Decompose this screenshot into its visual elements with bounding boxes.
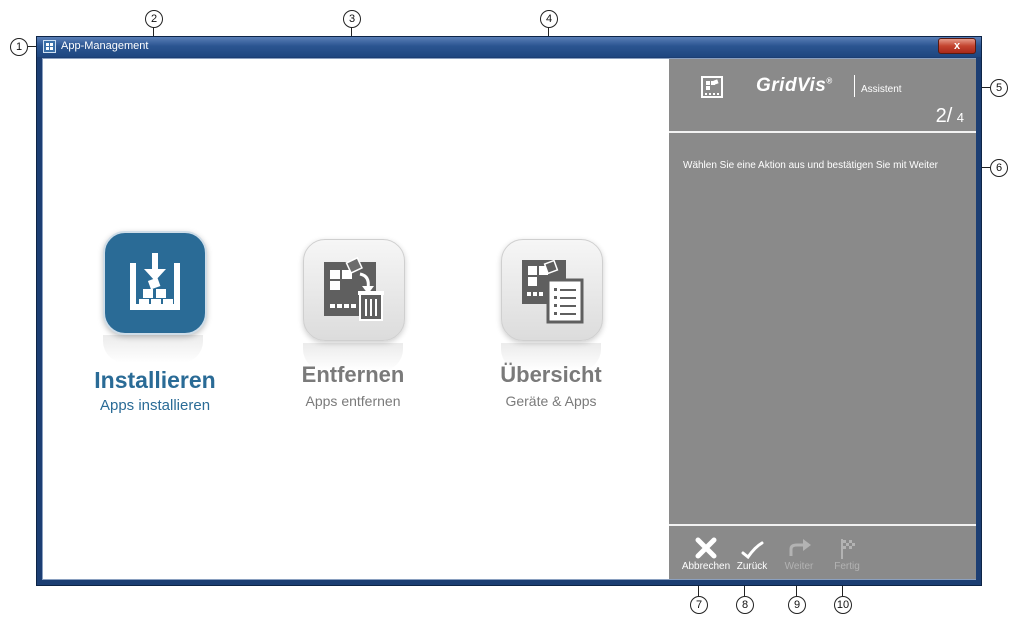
check-icon bbox=[741, 541, 764, 559]
install-tile bbox=[103, 231, 207, 335]
cancel-button[interactable]: Abbrechen bbox=[681, 537, 731, 572]
assistant-label: Assistent bbox=[861, 84, 902, 95]
action-overview[interactable]: Übersicht Geräte & Apps bbox=[461, 239, 641, 429]
overview-icon bbox=[522, 259, 584, 324]
remove-tile bbox=[303, 239, 405, 341]
close-icon: x bbox=[953, 40, 961, 52]
action-title: Übersicht bbox=[500, 362, 602, 387]
brand-name: GridVis® bbox=[756, 75, 833, 97]
action-subtitle: Apps entfernen bbox=[305, 393, 401, 409]
brand-registered-mark: ® bbox=[826, 76, 833, 86]
back-button[interactable]: Zurück bbox=[731, 537, 773, 572]
cancel-icon bbox=[695, 537, 717, 559]
next-label: Weiter bbox=[784, 561, 814, 572]
finish-flag-icon bbox=[841, 539, 855, 559]
step-separator: / bbox=[946, 105, 953, 127]
forward-arrow-icon bbox=[789, 539, 811, 556]
gridvis-logo-icon bbox=[701, 76, 723, 98]
action-remove[interactable]: Entfernen Apps entfernen bbox=[263, 239, 443, 429]
instruction-text: Wählen Sie eine Aktion aus und bestätige… bbox=[683, 160, 938, 171]
overview-tile bbox=[501, 239, 603, 341]
window-title: App-Management bbox=[61, 40, 149, 52]
finish-label: Fertig bbox=[834, 561, 860, 572]
next-button[interactable]: Weiter bbox=[777, 537, 821, 572]
app-window: App-Management x Installieren Apps insta… bbox=[36, 36, 982, 586]
step-total: 4 bbox=[956, 110, 964, 125]
install-tile-reflection bbox=[103, 335, 203, 363]
callout-2: 2 bbox=[145, 10, 163, 28]
callout-7: 7 bbox=[690, 596, 708, 614]
callout-4: 4 bbox=[540, 10, 558, 28]
action-subtitle: Geräte & Apps bbox=[505, 393, 597, 409]
install-icon bbox=[130, 253, 180, 310]
remove-icon bbox=[324, 256, 384, 321]
callout-9: 9 bbox=[788, 596, 806, 614]
window-content: Installieren Apps installieren Entfernen… bbox=[42, 58, 976, 580]
action-title: Installieren bbox=[94, 367, 216, 393]
step-indicator: 2/ 4 bbox=[936, 105, 964, 128]
callout-8: 8 bbox=[736, 596, 754, 614]
action-subtitle: Apps installieren bbox=[99, 397, 211, 414]
brand-text: GridVis bbox=[756, 75, 827, 96]
assistant-panel: GridVis® Assistent 2/ 4 Wählen Sie eine … bbox=[669, 59, 976, 579]
close-button[interactable]: x bbox=[938, 38, 976, 54]
cancel-label: Abbrechen bbox=[681, 561, 731, 572]
finish-button[interactable]: Fertig bbox=[825, 537, 869, 572]
action-install[interactable]: Installieren Apps installieren bbox=[65, 231, 245, 431]
step-current: 2 bbox=[935, 105, 947, 127]
title-bar[interactable]: App-Management x bbox=[37, 37, 981, 57]
app-icon bbox=[43, 40, 56, 53]
callout-5: 5 bbox=[990, 79, 1008, 97]
callout-3: 3 bbox=[343, 10, 361, 28]
panel-divider-top bbox=[669, 131, 976, 133]
brand-divider bbox=[854, 75, 855, 97]
callout-1: 1 bbox=[10, 38, 28, 56]
callout-10: 10 bbox=[834, 596, 852, 614]
panel-divider-bottom bbox=[669, 524, 976, 526]
back-label: Zurück bbox=[736, 561, 768, 572]
callout-6: 6 bbox=[990, 159, 1008, 177]
action-title: Entfernen bbox=[301, 362, 405, 387]
